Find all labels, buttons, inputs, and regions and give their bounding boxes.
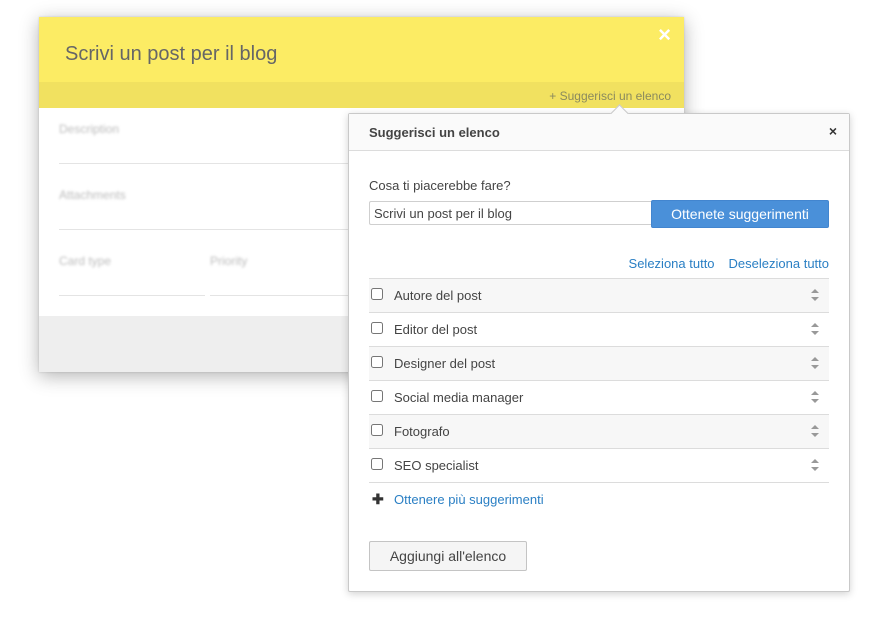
role-checkbox[interactable] [371, 390, 383, 402]
select-all-link[interactable]: Seleziona tutto [629, 256, 715, 271]
sort-handle-icon[interactable] [811, 289, 819, 301]
list-item[interactable]: Editor del post [369, 313, 829, 347]
priority-label: Priority [210, 254, 248, 268]
card-type-label: Card type [59, 254, 112, 268]
role-label: Editor del post [394, 322, 478, 337]
role-label: Fotografo [394, 424, 450, 439]
list-item[interactable]: Autore del post [369, 279, 829, 313]
more-suggestions-label[interactable]: Ottenere più suggerimenti [394, 492, 544, 507]
list-item[interactable]: Fotografo [369, 415, 829, 449]
role-checkbox[interactable] [371, 356, 383, 368]
role-label: Autore del post [394, 288, 482, 303]
task-input[interactable] [369, 201, 652, 225]
popover-title: Suggerisci un elenco [369, 125, 500, 140]
description-label: Description [59, 122, 120, 136]
get-suggestions-button[interactable]: Ottenete suggerimenti [651, 200, 829, 228]
role-checkbox[interactable] [371, 322, 383, 334]
role-list: Autore del post Editor del post Designer d… [369, 278, 829, 483]
description-field[interactable] [59, 163, 359, 164]
suggest-list-popover: Suggerisci un elenco × Cosa ti piacerebb… [348, 104, 850, 592]
list-item[interactable]: Designer del post [369, 347, 829, 381]
popover-header: Suggerisci un elenco × [349, 114, 849, 151]
sort-handle-icon[interactable] [811, 459, 819, 471]
sort-handle-icon[interactable] [811, 391, 819, 403]
list-item[interactable]: Social media manager [369, 381, 829, 415]
deselect-all-link[interactable]: Deseleziona tutto [729, 256, 829, 271]
suggest-bar: + Suggerisci un elenco [39, 82, 684, 108]
role-label: SEO specialist [394, 458, 479, 473]
role-checkbox[interactable] [371, 458, 383, 470]
list-item[interactable]: SEO specialist [369, 449, 829, 483]
role-label: Designer del post [394, 356, 496, 371]
add-to-list-button[interactable]: Aggiungi all'elenco [369, 541, 527, 571]
card-header: Scrivi un post per il blog × [39, 17, 684, 82]
role-checkbox[interactable] [371, 288, 383, 300]
priority-field[interactable] [210, 295, 360, 296]
more-suggestions-link[interactable]: ✚ Ottenere più suggerimenti [369, 491, 544, 508]
task-question-label: Cosa ti piacerebbe fare? [369, 178, 511, 193]
sort-handle-icon[interactable] [811, 425, 819, 437]
role-checkbox[interactable] [371, 424, 383, 436]
sort-handle-icon[interactable] [811, 357, 819, 369]
attachments-label: Attachments [59, 188, 126, 202]
card-type-field[interactable] [59, 295, 205, 296]
attachments-field[interactable] [59, 229, 359, 230]
role-label: Social media manager [394, 390, 524, 405]
suggest-list-link[interactable]: + Suggerisci un elenco [549, 89, 671, 103]
selection-links: Seleziona tutto Deseleziona tutto [615, 256, 829, 271]
card-title[interactable]: Scrivi un post per il blog [65, 43, 277, 66]
sort-handle-icon[interactable] [811, 323, 819, 335]
close-icon[interactable]: × [658, 24, 671, 46]
close-icon[interactable]: × [829, 123, 837, 139]
plus-icon: ✚ [372, 491, 384, 507]
